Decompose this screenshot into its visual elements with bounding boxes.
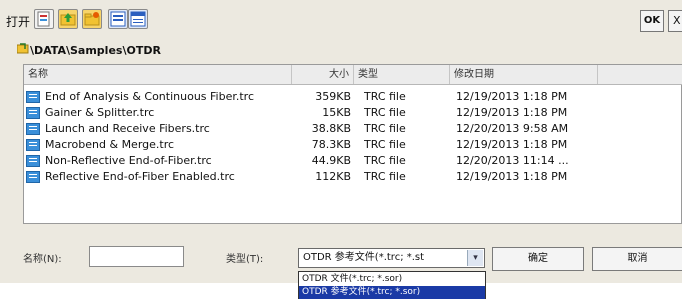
file-name: Reflective End-of-Fiber Enabled.trc: [45, 170, 235, 183]
file-row[interactable]: Gainer & Splitter.trc 15KB TRC file 12/1…: [24, 105, 682, 121]
dropdown-option[interactable]: OTDR 文件(*.trc; *.sor): [299, 273, 485, 286]
file-date: 12/20/2013 11:14 ...: [456, 154, 569, 167]
folder-path-icon: [17, 43, 29, 54]
file-date: 12/19/2013 1:18 PM: [456, 106, 568, 119]
file-name: Macrobend & Merge.trc: [45, 138, 175, 151]
view-list-icon[interactable]: [108, 9, 128, 29]
file-list[interactable]: 名称 大小 类型 修改日期 End of Analysis & Continuo…: [23, 64, 682, 224]
column-header-size[interactable]: 大小: [292, 65, 354, 84]
file-row[interactable]: Non-Reflective End-of-Fiber.trc 44.9KB T…: [24, 153, 682, 169]
column-header-name[interactable]: 名称: [24, 65, 292, 84]
file-type: TRC file: [364, 170, 406, 183]
file-size: 112KB: [315, 170, 351, 183]
file-type: TRC file: [364, 106, 406, 119]
file-type: TRC file: [364, 122, 406, 135]
file-row[interactable]: Macrobend & Merge.trc 78.3KB TRC file 12…: [24, 137, 682, 153]
file-list-header: 名称 大小 类型 修改日期: [24, 65, 682, 85]
trc-file-icon: [26, 123, 40, 135]
new-folder-icon[interactable]: [82, 9, 102, 29]
trc-file-icon: [26, 91, 40, 103]
filetype-select[interactable]: OTDR 参考文件(*.trc; *.st ▾: [298, 248, 485, 268]
column-header-date[interactable]: 修改日期: [450, 65, 598, 84]
chevron-down-icon[interactable]: ▾: [467, 250, 483, 266]
up-folder-icon[interactable]: [58, 9, 78, 29]
current-path: \DATA\Samples\OTDR: [30, 44, 161, 57]
toolbar: 打开 OK X: [0, 0, 682, 40]
confirm-button[interactable]: 确定: [492, 247, 584, 271]
file-size: 15KB: [322, 106, 351, 119]
column-header-spacer: [598, 65, 682, 84]
file-date: 12/19/2013 1:18 PM: [456, 90, 568, 103]
filetype-label: 类型(T):: [226, 254, 264, 265]
file-date: 12/19/2013 1:18 PM: [456, 170, 568, 183]
close-button[interactable]: X: [668, 10, 682, 32]
file-name: Non-Reflective End-of-Fiber.trc: [45, 154, 212, 167]
file-name: End of Analysis & Continuous Fiber.trc: [45, 90, 254, 103]
trc-file-icon: [26, 107, 40, 119]
file-name: Launch and Receive Fibers.trc: [45, 122, 210, 135]
new-file-icon[interactable]: [34, 9, 54, 29]
file-size: 78.3KB: [311, 138, 351, 151]
trc-file-icon: [26, 171, 40, 183]
dropdown-option-selected[interactable]: OTDR 参考文件(*.trc; *.sor): [299, 286, 485, 299]
cancel-button[interactable]: 取消: [592, 247, 682, 271]
filename-label: 名称(N):: [23, 254, 62, 265]
file-size: 44.9KB: [311, 154, 351, 167]
file-row[interactable]: Reflective End-of-Fiber Enabled.trc 112K…: [24, 169, 682, 185]
file-row[interactable]: Launch and Receive Fibers.trc 38.8KB TRC…: [24, 121, 682, 137]
ok-button[interactable]: OK: [640, 10, 664, 32]
file-name: Gainer & Splitter.trc: [45, 106, 155, 119]
filetype-selected-value: OTDR 参考文件(*.trc; *.st: [303, 252, 425, 263]
file-date: 12/19/2013 1:18 PM: [456, 138, 568, 151]
file-type: TRC file: [364, 138, 406, 151]
view-details-icon[interactable]: [128, 9, 148, 29]
file-type: TRC file: [364, 154, 406, 167]
file-size: 359KB: [315, 90, 351, 103]
file-row[interactable]: End of Analysis & Continuous Fiber.trc 3…: [24, 89, 682, 105]
open-file-dialog: 打开 OK X \DATA\Samples\OTDR 名称 大小 类型 修改日期: [0, 0, 682, 283]
file-date: 12/20/2013 9:58 AM: [456, 122, 569, 135]
file-size: 38.8KB: [311, 122, 351, 135]
filename-input[interactable]: [89, 246, 184, 267]
file-type: TRC file: [364, 90, 406, 103]
trc-file-icon: [26, 155, 40, 167]
dialog-title: 打开: [6, 15, 31, 29]
column-header-type[interactable]: 类型: [354, 65, 450, 84]
filetype-dropdown: OTDR 文件(*.trc; *.sor) OTDR 参考文件(*.trc; *…: [298, 271, 486, 299]
trc-file-icon: [26, 139, 40, 151]
